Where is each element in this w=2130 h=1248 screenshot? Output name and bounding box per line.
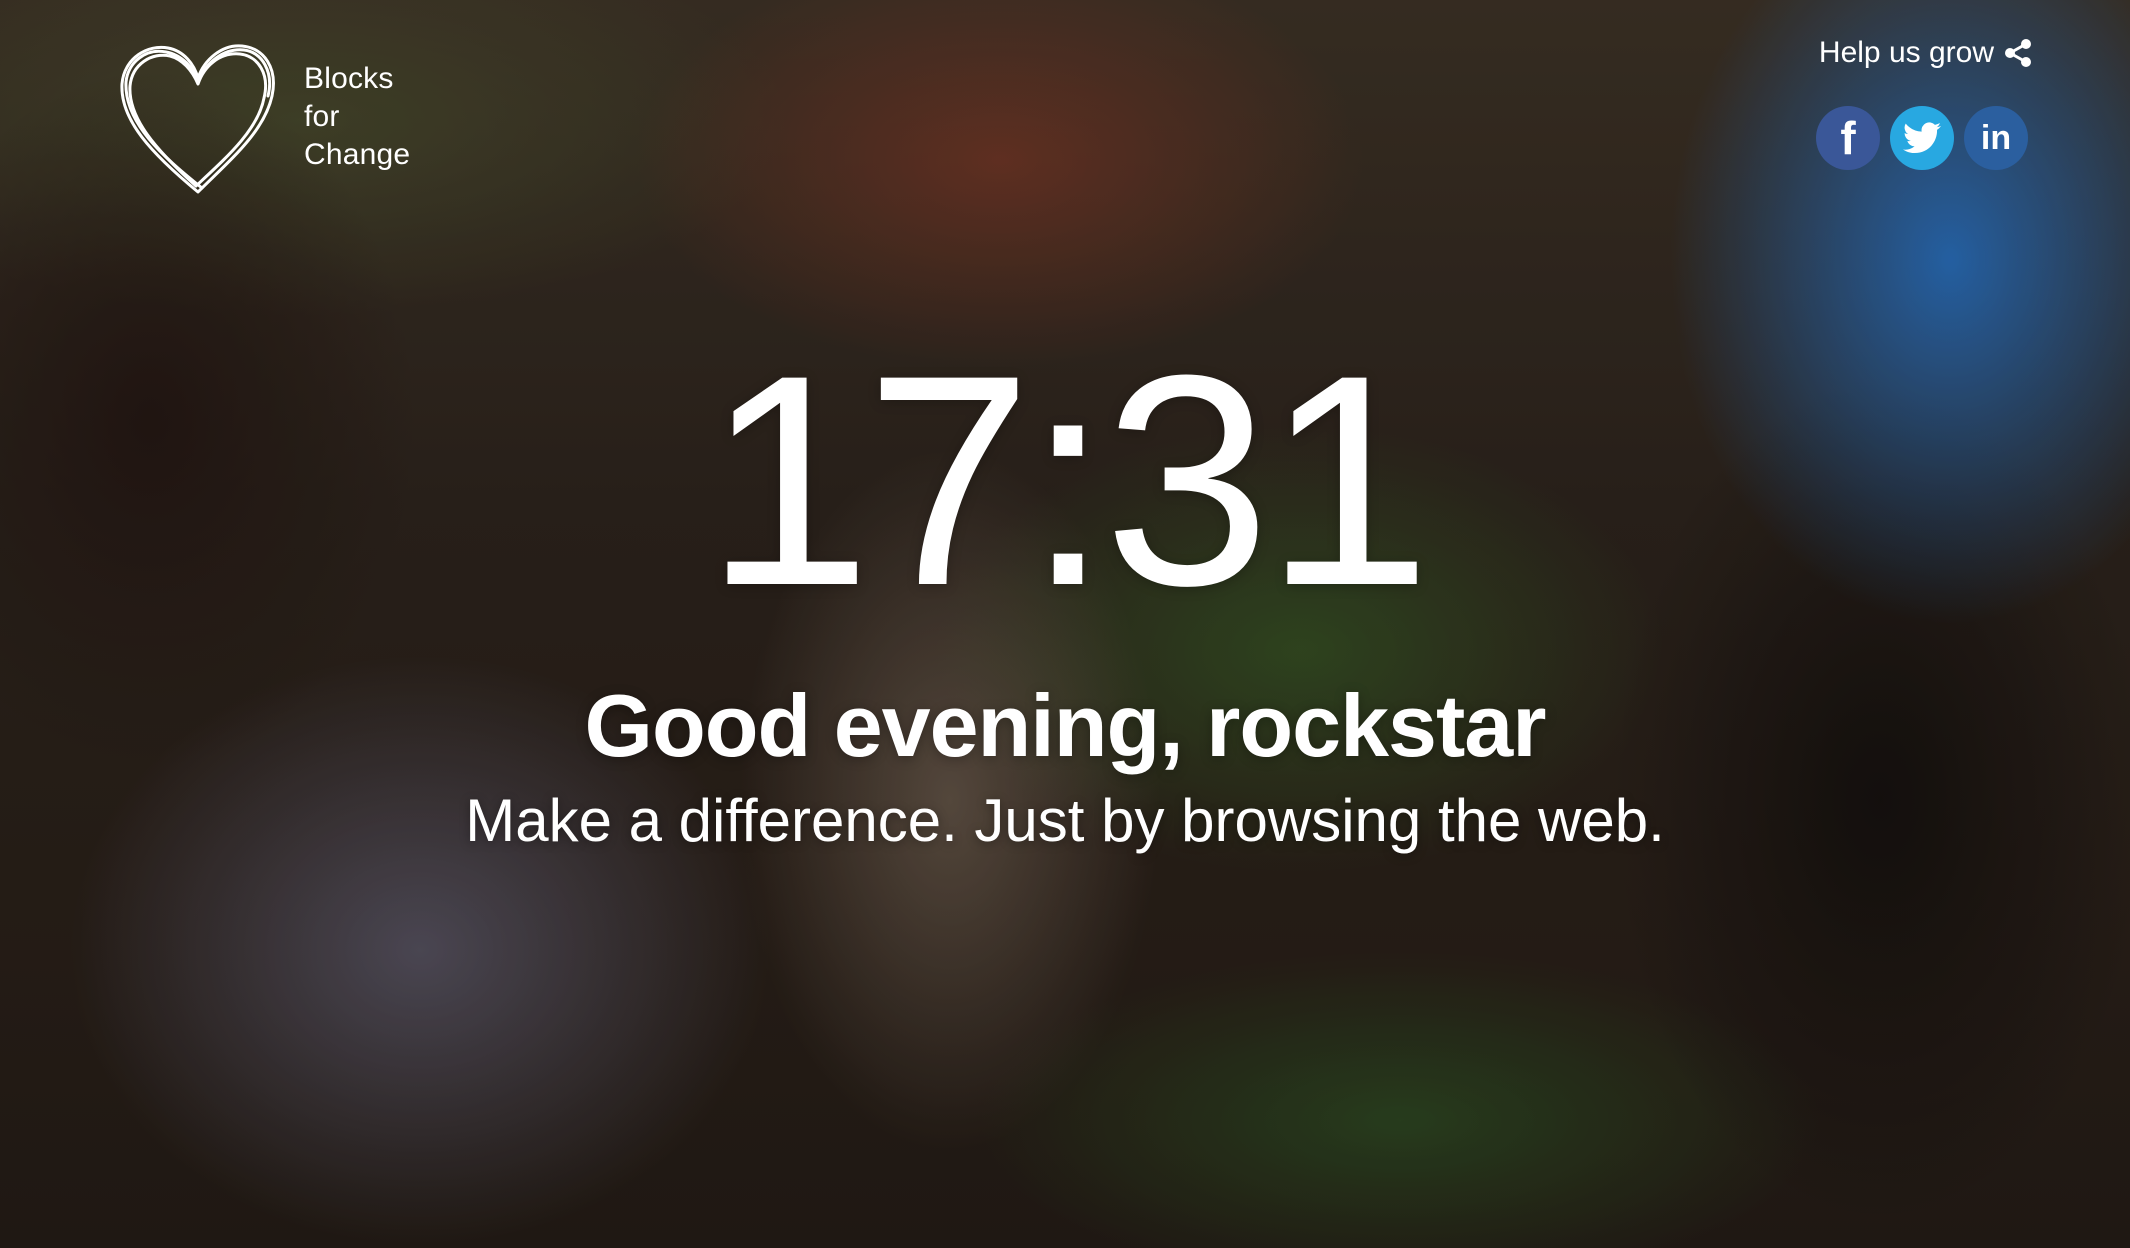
social-share-buttons: f in [1816, 106, 2028, 170]
tagline-text: Make a difference. Just by browsing the … [465, 787, 1665, 854]
logo-wordmark: Blocks for Change [304, 60, 410, 174]
help-us-grow-link[interactable]: Help us grow [1819, 36, 2034, 70]
help-us-grow-label: Help us grow [1818, 36, 1994, 69]
logo-line-1: Blocks [304, 62, 394, 95]
facebook-icon[interactable]: f [1816, 106, 1880, 170]
new-tab-page: Blocks for Change Help us grow f in 17:3… [0, 0, 2130, 1248]
logo-line-2: for [304, 100, 340, 133]
greeting-text: Good evening, rockstar [584, 676, 1547, 775]
logo[interactable]: Blocks for Change [112, 36, 410, 208]
share-icon [2005, 39, 2031, 67]
twitter-bird-icon [1903, 122, 1941, 154]
heart-logo-icon [120, 44, 275, 194]
linkedin-glyph: in [1980, 118, 2012, 157]
twitter-icon[interactable] [1890, 106, 1954, 170]
facebook-glyph: f [1840, 112, 1856, 164]
logo-line-3: Change [304, 138, 411, 171]
linkedin-icon[interactable]: in [1964, 106, 2028, 170]
clock-time: 17:31 [704, 312, 1432, 648]
